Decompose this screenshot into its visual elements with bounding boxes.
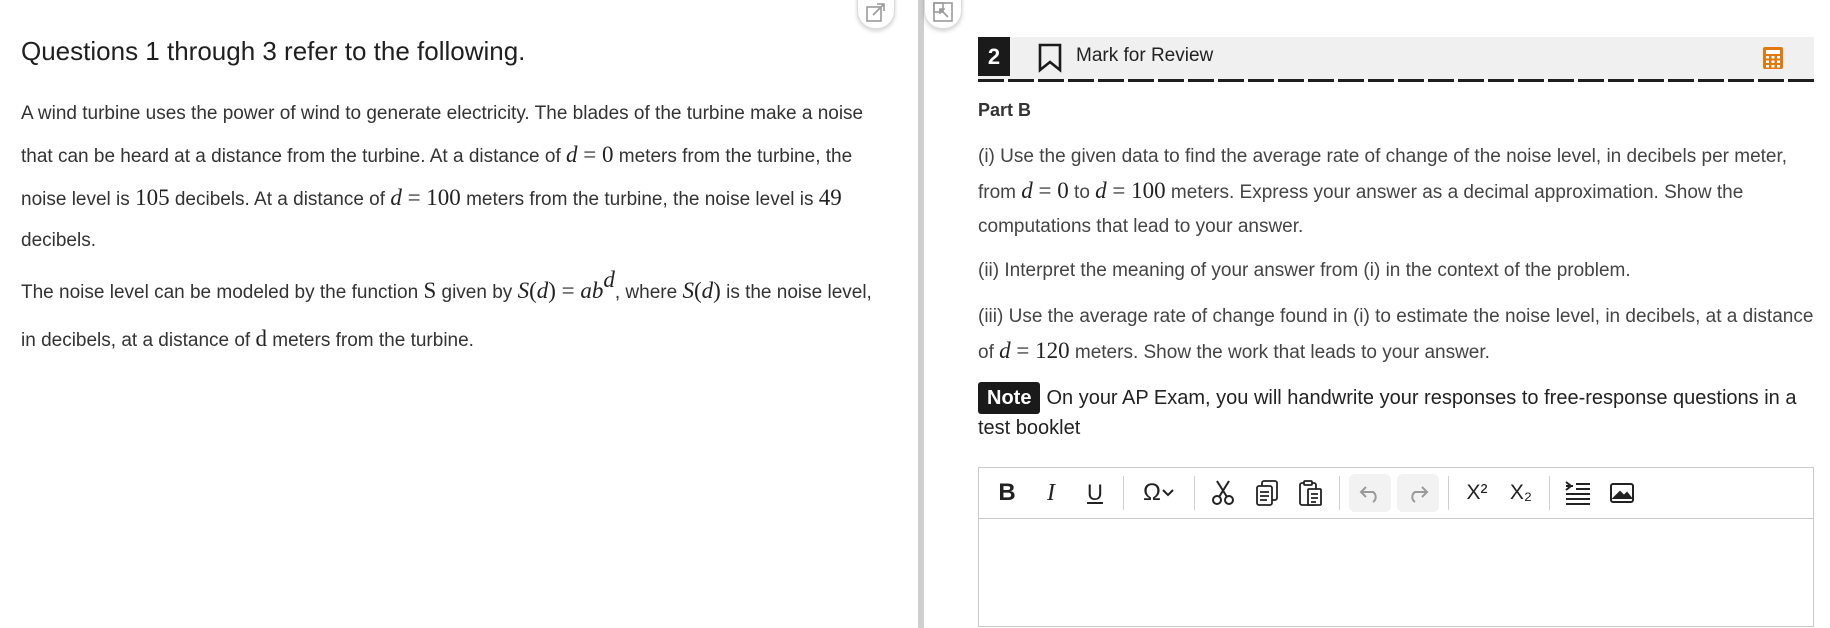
expand-left-pane-button[interactable] [857, 0, 895, 29]
redo-icon [1411, 486, 1429, 503]
stimulus-paragraph-1: A wind turbine uses the power of wind to… [21, 103, 864, 251]
indent-button[interactable] [1556, 474, 1600, 512]
image-icon [1610, 483, 1634, 503]
underline-button[interactable]: U [1073, 474, 1117, 512]
omega-icon: Ω [1143, 479, 1161, 506]
copy-icon [1256, 480, 1278, 506]
part-label: Part B [978, 100, 1032, 120]
mark-for-review-label[interactable]: Mark for Review [1076, 45, 1213, 67]
toolbar-separator [1448, 476, 1449, 510]
expand-icon [866, 3, 885, 22]
insert-image-button[interactable] [1600, 474, 1644, 512]
copy-button[interactable] [1245, 474, 1289, 512]
indent-icon [1565, 481, 1590, 505]
redo-button[interactable] [1397, 474, 1439, 512]
italic-button[interactable]: I [1029, 474, 1073, 512]
stimulus-title: Questions 1 through 3 refer to the follo… [21, 36, 526, 66]
toolbar-separator [1339, 476, 1340, 510]
toolbar-separator [1123, 476, 1124, 510]
question-part-i: (i) Use the given data to find the avera… [978, 146, 1788, 237]
question-part-iii: (iii) Use the average rate of change fou… [978, 306, 1814, 363]
note-text: On your AP Exam, you will handwrite your… [978, 387, 1797, 439]
editor-toolbar: B I U Ω X² X₂ [979, 468, 1813, 519]
question-part-ii: (ii) Interpret the meaning of your answe… [978, 260, 1631, 281]
note-badge: Note [978, 382, 1041, 414]
undo-icon [1359, 486, 1377, 503]
expand-right-pane-button[interactable] [924, 0, 962, 29]
stimulus-paragraph-2: The noise level can be modeled by the fu… [21, 267, 872, 351]
bold-button[interactable]: B [985, 474, 1029, 512]
exam-note: Note On your AP Exam, you will handwrite … [978, 382, 1814, 442]
collapse-icon [933, 2, 953, 22]
subscript-button[interactable]: X₂ [1499, 474, 1543, 512]
stimulus-pane: Questions 1 through 3 refer to the follo… [0, 0, 918, 628]
response-text-area[interactable] [979, 519, 1813, 625]
response-editor: B I U Ω X² X₂ [978, 467, 1814, 627]
superscript-button[interactable]: X² [1455, 474, 1499, 512]
question-number: 2 [978, 37, 1010, 76]
chevron-down-icon [1162, 489, 1174, 497]
toolbar-separator [1194, 476, 1195, 510]
toolbar-separator [1549, 476, 1550, 510]
paste-button[interactable] [1289, 474, 1333, 512]
paste-icon [1299, 480, 1322, 506]
undo-button[interactable] [1349, 474, 1391, 512]
bookmark-icon[interactable] [1037, 43, 1063, 73]
cut-icon [1212, 480, 1234, 505]
question-pane: 2 Mark for Review Part B (i) Use the giv… [924, 0, 1830, 628]
header-dashed-line [978, 79, 1814, 82]
special-characters-button[interactable]: Ω [1130, 474, 1188, 512]
cut-button[interactable] [1201, 474, 1245, 512]
calculator-icon[interactable] [1762, 46, 1784, 70]
